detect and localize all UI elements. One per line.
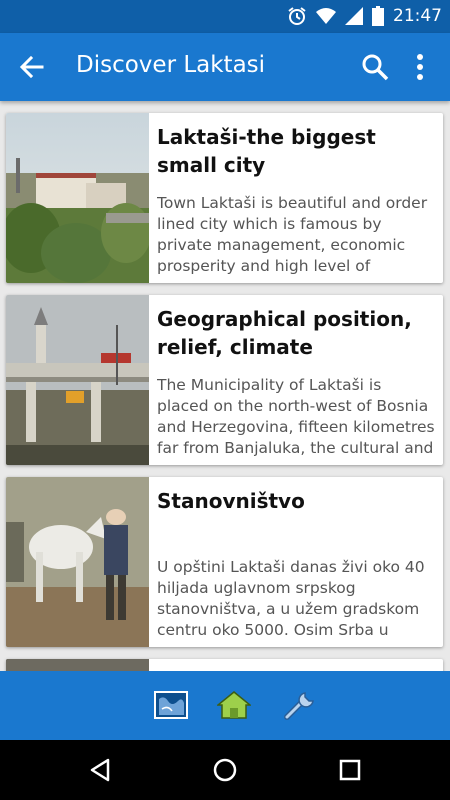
status-time: 21:47	[393, 6, 442, 26]
more-options-icon[interactable]	[408, 52, 432, 82]
article-title: Laktaši-the biggest small city	[157, 125, 376, 177]
system-navigation-bar	[0, 740, 450, 800]
app-bar: Discover Laktasi	[0, 33, 450, 101]
nav-home-icon[interactable]	[212, 757, 238, 783]
bottom-tab-bar	[0, 671, 450, 740]
battery-icon	[372, 6, 384, 26]
alarm-icon	[288, 7, 306, 25]
ploughing-photo	[6, 477, 149, 647]
article-card[interactable]: Stanovništvo U opštini Laktaši danas živ…	[6, 477, 443, 647]
wrench-icon[interactable]	[283, 689, 317, 721]
signal-icon	[345, 7, 363, 25]
town-photo	[6, 113, 149, 283]
status-bar: 21:47	[0, 0, 450, 33]
article-excerpt: The Municipality of Laktaši is placed on…	[157, 376, 435, 457]
article-list: Laktaši-the biggest small city Town Lakt…	[0, 101, 450, 671]
article-excerpt: U opštini Laktaši danas živi oko 40 hilj…	[157, 558, 425, 639]
nav-back-icon[interactable]	[87, 757, 113, 783]
app-title: Discover Laktasi	[76, 52, 266, 78]
article-card[interactable]: Laktaši-the biggest small city Town Lakt…	[6, 113, 443, 283]
article-excerpt: Town Laktaši is beautiful and order line…	[157, 194, 428, 275]
back-arrow-icon[interactable]	[16, 51, 48, 83]
article-title: Stanovništvo	[157, 489, 305, 513]
article-title: Geographical position, relief, climate	[157, 307, 412, 359]
wifi-icon	[316, 8, 336, 24]
nav-recents-icon[interactable]	[337, 757, 363, 783]
map-icon[interactable]	[154, 689, 188, 721]
home-icon[interactable]	[217, 689, 251, 721]
article-photo	[6, 659, 149, 671]
article-card[interactable]: Geographical position, relief, climate T…	[6, 295, 443, 465]
search-icon[interactable]	[360, 52, 390, 82]
article-card[interactable]	[6, 659, 443, 671]
bridge-photo	[6, 295, 149, 465]
